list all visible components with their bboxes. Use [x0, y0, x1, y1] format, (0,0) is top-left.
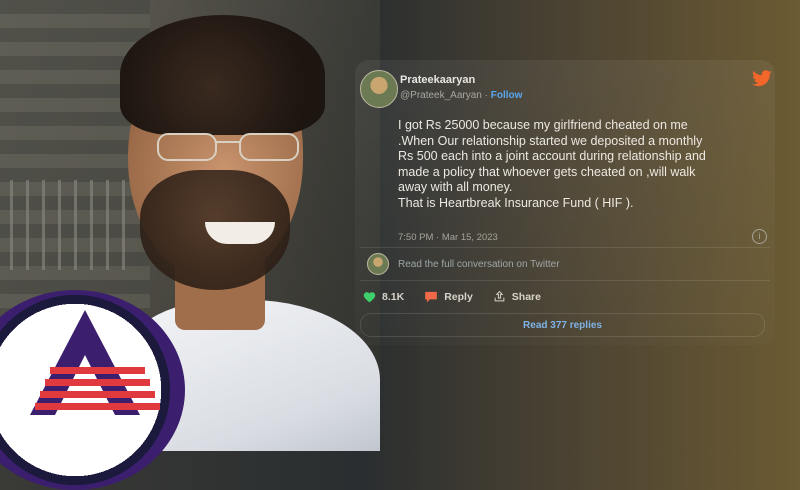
- glasses: [157, 133, 299, 161]
- avatar[interactable]: [360, 70, 398, 108]
- divider: [360, 280, 770, 281]
- tweet-text: I got Rs 25000 because my girlfriend che…: [398, 118, 706, 210]
- tweet-timestamp[interactable]: 7:50 PM · Mar 15, 2023: [398, 232, 498, 243]
- heart-icon: [363, 291, 376, 302]
- railing: [10, 180, 130, 270]
- follow-link[interactable]: Follow: [491, 90, 523, 101]
- share-icon: [494, 290, 505, 302]
- brand-logo-icon: [30, 310, 160, 415]
- display-name[interactable]: Prateekaaryan: [400, 74, 475, 86]
- likes-count: 8.1K: [382, 290, 405, 303]
- handle-row: @Prateek_Aaryan · Follow: [400, 90, 522, 101]
- twitter-bird-icon[interactable]: [751, 70, 773, 88]
- reply-bubble-icon: [425, 291, 438, 303]
- user-handle[interactable]: @Prateek_Aaryan: [400, 90, 482, 101]
- person-smile: [205, 222, 275, 244]
- full-conversation-link[interactable]: Read the full conversation on Twitter: [398, 259, 560, 270]
- read-replies-button[interactable]: Read 377 replies: [360, 313, 765, 337]
- reply-button[interactable]: Reply: [424, 290, 473, 303]
- share-label: Share: [511, 290, 541, 303]
- info-icon[interactable]: i: [752, 229, 767, 244]
- person-hair: [120, 15, 325, 135]
- reply-label: Reply: [444, 290, 473, 303]
- separator-dot: ·: [484, 90, 488, 101]
- like-button[interactable]: 8.1K: [363, 291, 404, 303]
- share-button[interactable]: Share: [493, 290, 541, 303]
- embedded-tweet: Prateekaaryan @Prateek_Aaryan · Follow I…: [355, 60, 775, 345]
- tweet-actions: 8.1K Reply Share: [363, 290, 561, 303]
- divider: [360, 247, 770, 248]
- mini-avatar[interactable]: [367, 253, 389, 275]
